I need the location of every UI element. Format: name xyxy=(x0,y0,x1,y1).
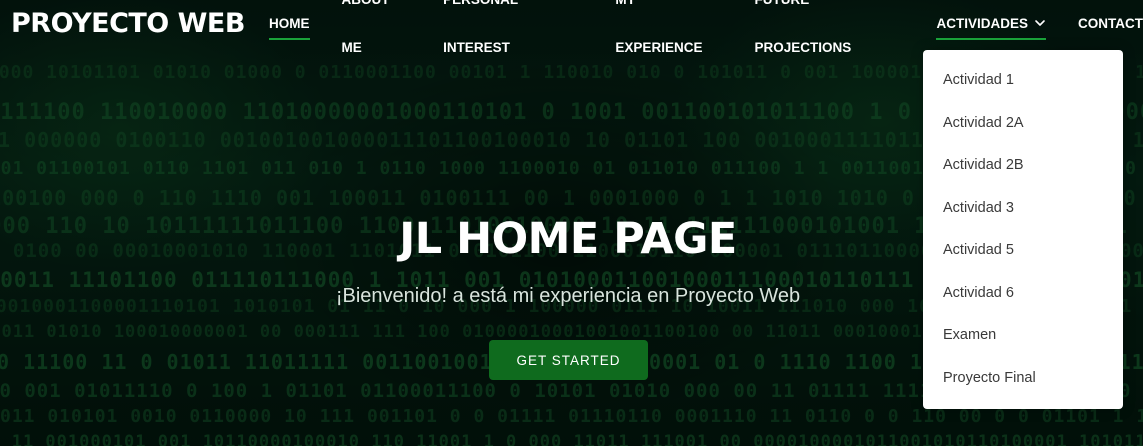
nav-item-future-projections[interactable]: FUTURE PROJECTIONS xyxy=(754,0,904,55)
nav-item-about-me[interactable]: ABOUT ME xyxy=(342,0,412,55)
nav-item-label: PERSONAL INTEREST xyxy=(443,0,518,55)
nav-item-home[interactable]: HOME xyxy=(269,0,310,48)
nav-item-personal-interest[interactable]: PERSONAL INTEREST xyxy=(443,0,583,55)
dropdown-item-actividad-5[interactable]: Actividad 5 xyxy=(923,229,1123,272)
binary-digits-decoration: 10 11 001000101 001 10110000100010 110 1… xyxy=(0,432,1143,446)
nav-item-my-experience[interactable]: MY EXPERIENCE xyxy=(615,0,722,55)
nav-item-label: ABOUT ME xyxy=(341,0,390,55)
chevron-down-icon xyxy=(1035,20,1045,26)
nav-item-label: CONTACT xyxy=(1078,16,1143,31)
dropdown-item-actividad-1[interactable]: Actividad 1 xyxy=(923,59,1123,102)
nav-item-label: ACTIVIDADES xyxy=(936,16,1028,31)
nav-item-label: HOME xyxy=(269,16,310,31)
dropdown-item-actividad-2a[interactable]: Actividad 2A xyxy=(923,102,1123,145)
nav-item-contact[interactable]: CONTACT xyxy=(1078,0,1143,48)
nav-item-actividades[interactable]: ACTIVIDADES xyxy=(936,0,1046,48)
actividades-dropdown-menu: Actividad 1 Actividad 2A Actividad 2B Ac… xyxy=(923,50,1123,409)
main-nav: HOME ABOUT ME PERSONAL INTEREST MY EXPER… xyxy=(269,0,1143,55)
site-logo[interactable]: PROYECTO WEB xyxy=(11,8,245,39)
binary-digits-decoration: 011 010101 0010 0110000 10 111 001101 0 … xyxy=(0,406,1143,427)
dropdown-item-actividad-2b[interactable]: Actividad 2B xyxy=(923,144,1123,187)
nav-item-label: FUTURE PROJECTIONS xyxy=(754,0,852,55)
dropdown-item-actividad-3[interactable]: Actividad 3 xyxy=(923,187,1123,230)
dropdown-item-examen[interactable]: Examen xyxy=(923,314,1123,357)
site-header: PROYECTO WEB HOME ABOUT ME PERSONAL INTE… xyxy=(0,0,1143,55)
dropdown-item-actividad-6[interactable]: Actividad 6 xyxy=(923,272,1123,315)
get-started-button[interactable]: GET STARTED xyxy=(489,340,648,380)
nav-item-label: MY EXPERIENCE xyxy=(615,0,703,55)
dropdown-item-proyecto-final[interactable]: Proyecto Final xyxy=(923,357,1123,400)
